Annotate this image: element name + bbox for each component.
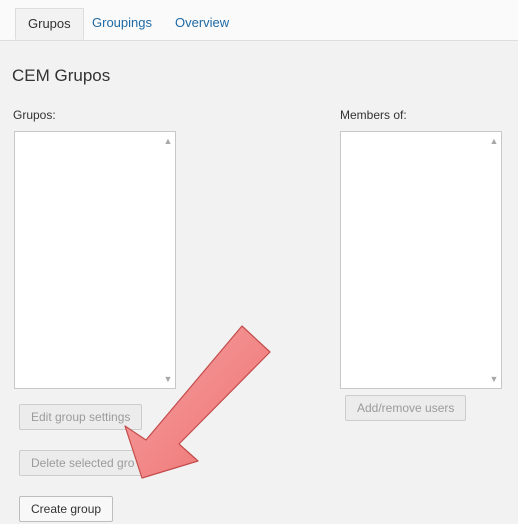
- tab-grupos[interactable]: Grupos: [15, 8, 84, 40]
- groups-listbox[interactable]: ▲ ▼: [14, 131, 176, 389]
- create-group-button[interactable]: Create group: [19, 496, 114, 522]
- scroll-up-icon[interactable]: ▲: [487, 134, 501, 148]
- add-remove-users-button[interactable]: Add/remove users: [345, 395, 467, 421]
- tab-overview[interactable]: Overview: [163, 8, 241, 40]
- edit-group-settings-button[interactable]: Edit group settings: [19, 404, 143, 430]
- groups-scrollbar[interactable]: ▲ ▼: [161, 132, 175, 388]
- members-label: Members of:: [340, 108, 407, 122]
- tab-groupings[interactable]: Groupings: [80, 8, 164, 40]
- page-title: CEM Grupos: [12, 66, 111, 85]
- tab-bar: Grupos Groupings Overview: [0, 0, 518, 41]
- scroll-up-icon[interactable]: ▲: [161, 134, 175, 148]
- delete-selected-group-button[interactable]: Delete selected gro: [19, 450, 152, 476]
- members-scrollbar[interactable]: ▲ ▼: [487, 132, 501, 388]
- scroll-down-icon[interactable]: ▼: [161, 372, 175, 386]
- groups-label: Grupos:: [13, 108, 56, 122]
- scroll-down-icon[interactable]: ▼: [487, 372, 501, 386]
- members-listbox[interactable]: ▲ ▼: [340, 131, 502, 389]
